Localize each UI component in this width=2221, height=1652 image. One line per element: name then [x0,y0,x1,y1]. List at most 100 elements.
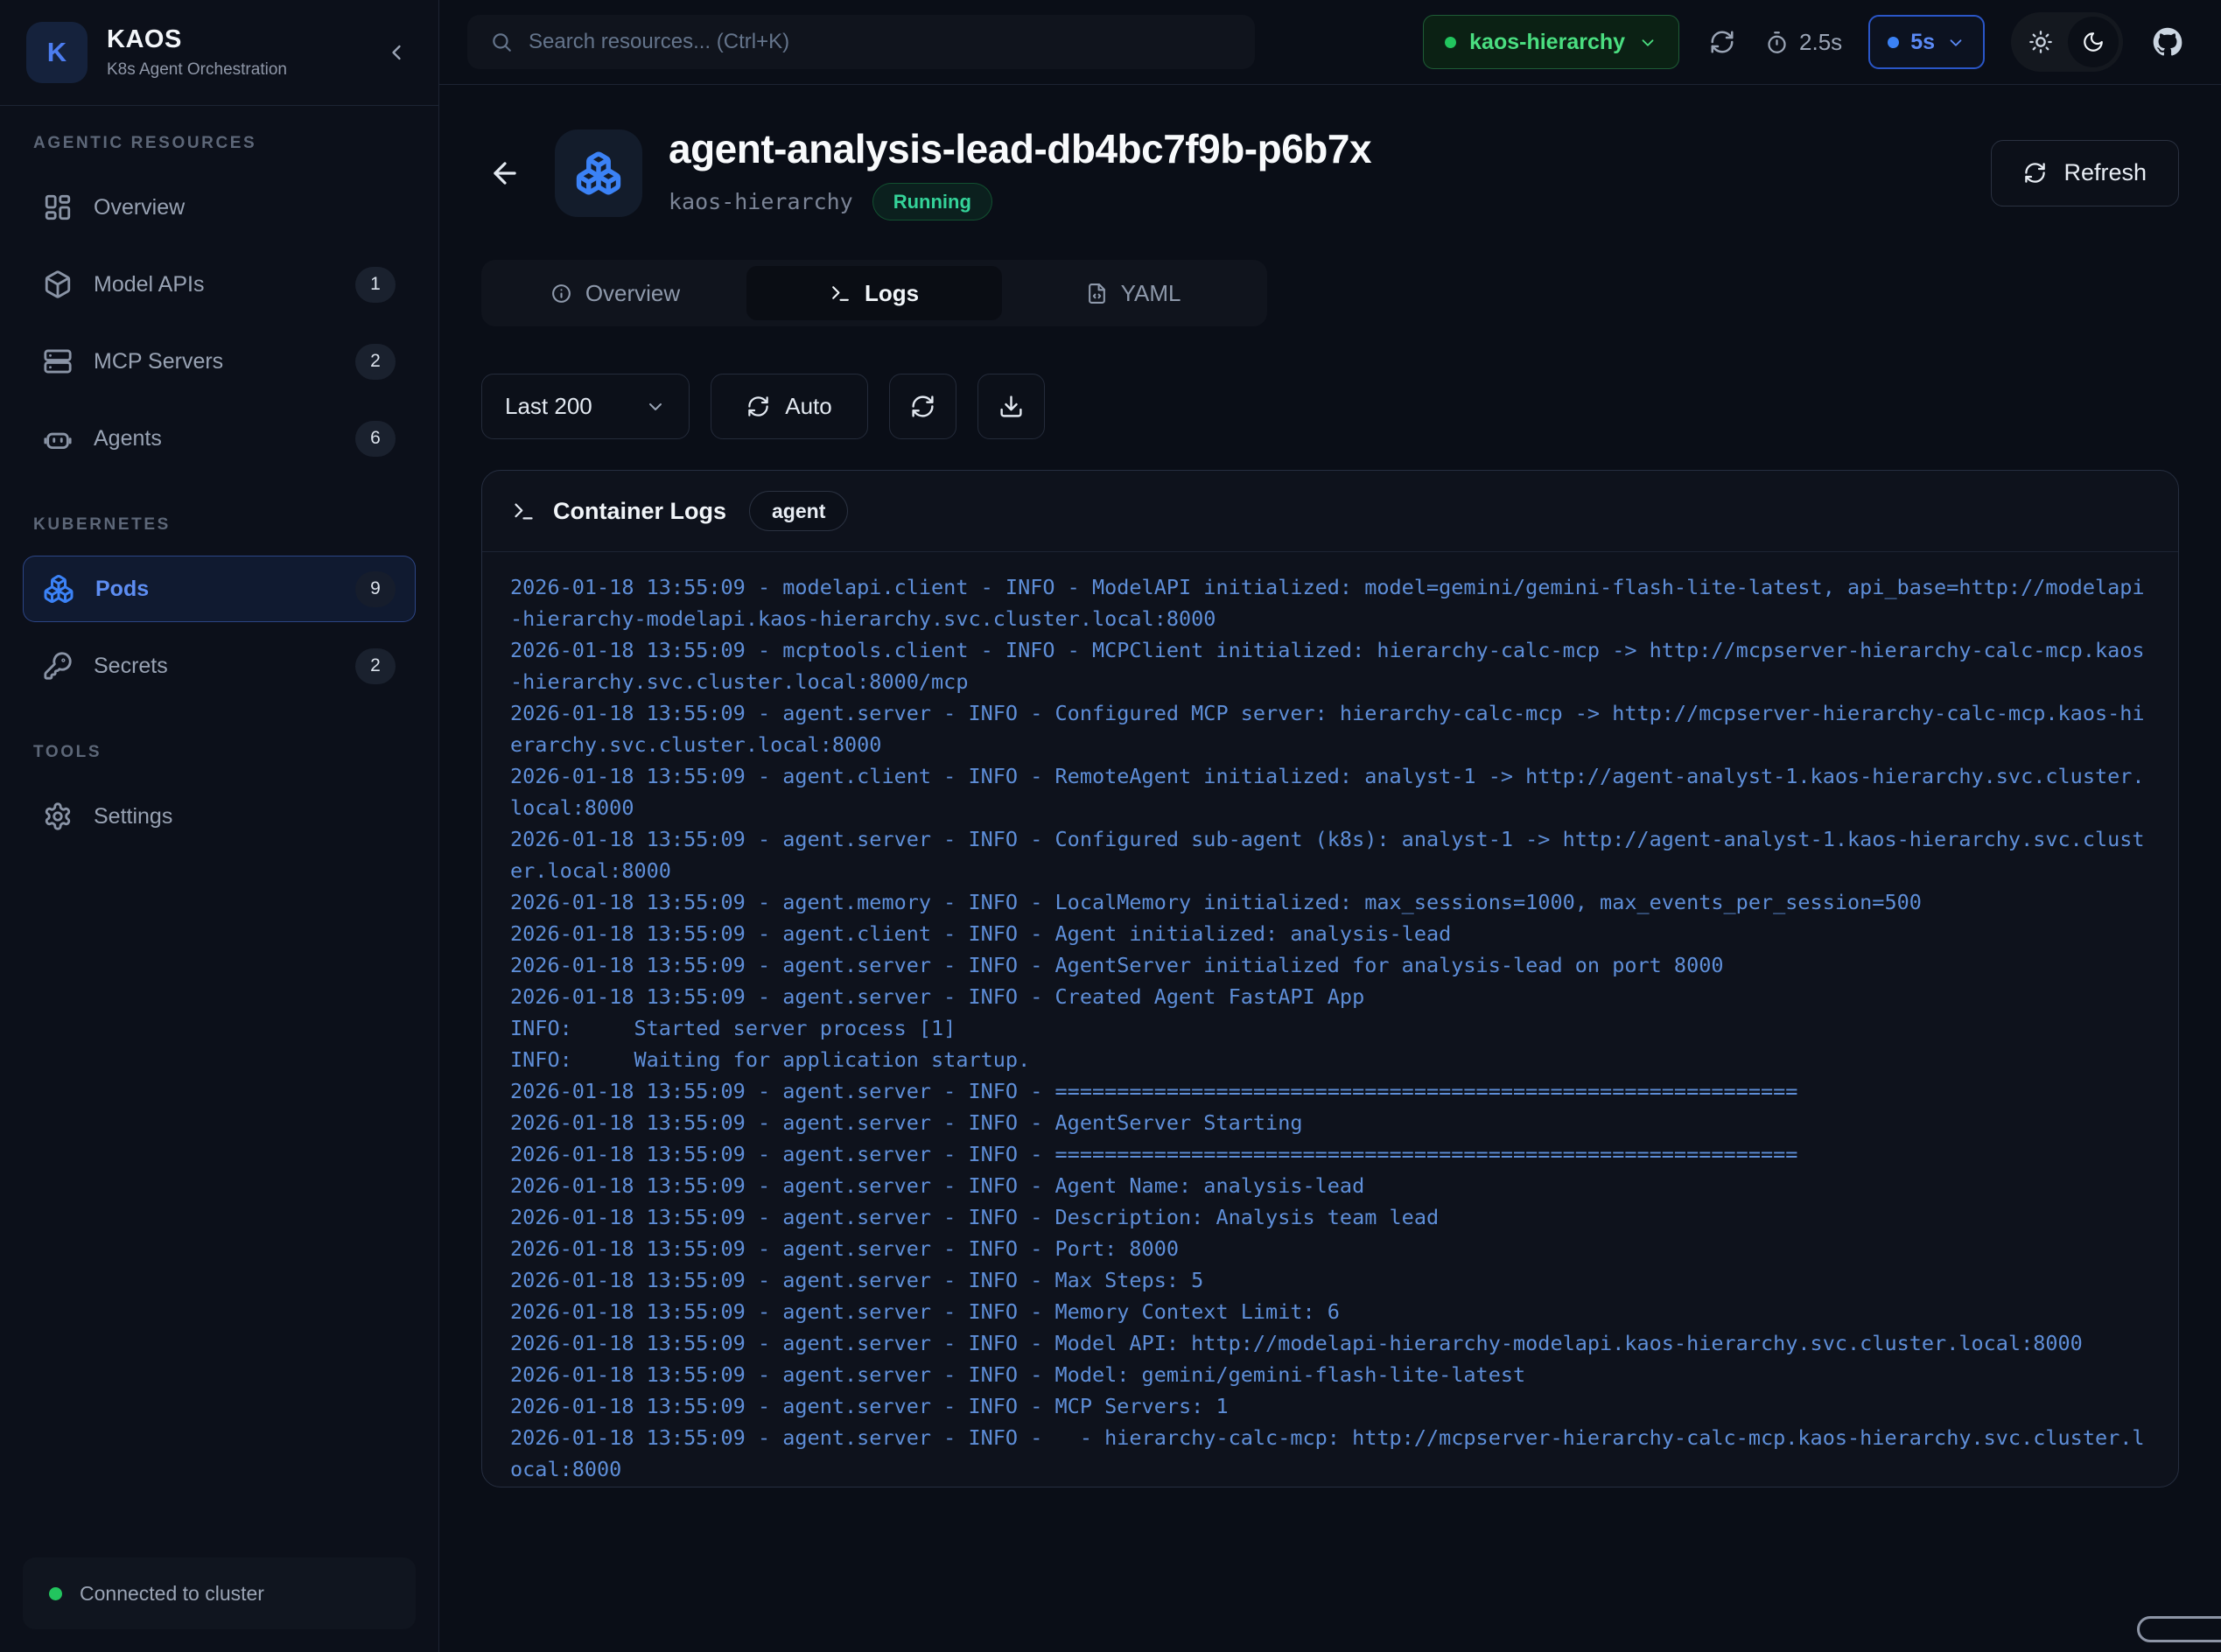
key-icon [43,651,73,681]
brand-logo: K [26,22,88,83]
main-area: Search resources... (Ctrl+K) kaos-hierar… [439,0,2221,1652]
tab-yaml[interactable]: YAML [1005,266,1261,320]
log-line: INFO: Started server process [1] [510,1012,2150,1044]
log-line: 2026-01-18 13:55:09 - agent.memory - INF… [510,886,2150,918]
log-lines-select[interactable]: Last 200 [481,374,690,439]
interval-status-dot [1888,37,1899,48]
section-label: TOOLS [33,743,405,762]
sidebar-item-secrets[interactable]: Secrets 2 [23,633,416,699]
dashboard-icon [43,192,73,222]
dark-theme-button[interactable] [2068,17,2119,67]
sidebar-item-label: Overview [94,195,396,220]
log-line: 2026-01-18 13:55:09 - agent.server - INF… [510,981,2150,1012]
log-panel-title: Container Logs [553,498,726,525]
app-subtitle: K8s Agent Orchestration [107,60,360,80]
chevron-down-icon [1638,33,1657,52]
container-logs-panel: Container Logs agent 2026-01-18 13:55:09… [481,470,2179,1488]
log-line: 2026-01-18 13:55:09 - agent.server - INF… [510,1296,2150,1327]
count-badge: 2 [355,344,396,380]
log-line: 2026-01-18 13:55:09 - agent.server - INF… [510,1264,2150,1296]
tab-label: Logs [865,280,919,307]
log-line: 2026-01-18 13:55:09 - agent.server - INF… [510,1359,2150,1390]
pods-boxes-icon [575,150,622,197]
log-line: 2026-01-18 13:55:09 - agent.server - INF… [510,1485,2150,1487]
search-input[interactable]: Search resources... (Ctrl+K) [467,15,1255,69]
brand-text: KAOS K8s Agent Orchestration [107,25,360,80]
log-panel-header: Container Logs agent [482,471,2178,552]
sidebar-item-label: Agents [94,426,334,452]
pod-subtitle-row: kaos-hierarchy Running [669,183,1371,220]
app-title: KAOS [107,25,360,54]
sidebar-item-agents[interactable]: Agents 6 [23,405,416,472]
log-line: 2026-01-18 13:55:09 - agent.server - INF… [510,823,2150,886]
tab-label: Overview [585,280,680,307]
sidebar-item-pods[interactable]: Pods 9 [23,556,416,622]
pod-header: agent-analysis-lead-db4bc7f9b-p6b7x kaos… [481,125,2179,220]
log-line: 2026-01-18 13:55:09 - agent.server - INF… [510,1390,2150,1422]
pod-icon-tile [555,130,642,217]
back-button[interactable] [481,150,529,197]
log-line: 2026-01-18 13:55:09 - agent.server - INF… [510,1327,2150,1359]
section-label: AGENTIC RESOURCES [33,134,405,153]
github-link[interactable] [2149,24,2186,60]
connection-status-text: Connected to cluster [80,1582,264,1606]
light-theme-button[interactable] [2015,17,2066,67]
sidebar-footer: Connected to cluster [0,1535,438,1652]
status-dot-green [49,1587,62,1600]
robot-icon [43,424,73,453]
gear-icon [43,802,73,831]
log-line: 2026-01-18 13:55:09 - agent.server - INF… [510,949,2150,981]
terminal-icon [512,500,536,523]
namespace-selector[interactable]: kaos-hierarchy [1423,15,1679,69]
refresh-icon [746,395,770,418]
global-refresh-button[interactable] [1706,25,1739,59]
horizontal-scrollbar-thumb[interactable] [2137,1616,2221,1642]
log-line: INFO: Waiting for application startup. [510,1044,2150,1075]
refresh-elapsed: 2.5s [1765,29,1842,56]
namespace-selector-label: kaos-hierarchy [1469,30,1625,55]
sidebar-item-mcp-servers[interactable]: MCP Servers 2 [23,328,416,395]
page-content: agent-analysis-lead-db4bc7f9b-p6b7x kaos… [439,85,2221,1652]
sidebar-collapse-button[interactable] [379,35,414,70]
log-controls: Last 200 Auto [481,374,2179,439]
log-line: 2026-01-18 13:55:09 - agent.server - INF… [510,697,2150,760]
sidebar-item-label: Model APIs [94,272,334,298]
info-icon [550,283,572,304]
server-icon [43,346,73,376]
tab-logs[interactable]: Logs [746,266,1002,320]
count-badge: 2 [355,648,396,684]
count-badge: 1 [355,267,396,303]
chevron-left-icon [384,40,409,65]
sidebar-item-label: Settings [94,804,396,830]
refresh-interval-selector[interactable]: 5s [1868,15,1985,69]
sidebar-item-label: MCP Servers [94,349,334,374]
manual-refresh-logs-button[interactable] [889,374,956,439]
tab-overview[interactable]: Overview [487,266,743,320]
pod-title-block: agent-analysis-lead-db4bc7f9b-p6b7x kaos… [669,125,1371,220]
log-line: 2026-01-18 13:55:09 - mcptools.client - … [510,634,2150,697]
sidebar-item-model-apis[interactable]: Model APIs 1 [23,251,416,318]
sidebar-item-settings[interactable]: Settings [23,783,416,850]
theme-toggle [2011,12,2123,72]
log-lines-select-value: Last 200 [505,393,592,420]
refresh-icon [2023,161,2047,185]
cluster-connection-status: Connected to cluster [23,1558,416,1629]
refresh-button[interactable]: Refresh [1991,140,2179,206]
container-name-badge: agent [749,491,848,531]
brand-header: K KAOS K8s Agent Orchestration [0,0,438,106]
refresh-icon [910,394,935,419]
github-icon [2153,27,2182,57]
sidebar-item-overview[interactable]: Overview [23,174,416,241]
pods-boxes-icon [43,573,74,605]
log-line: 2026-01-18 13:55:09 - agent.server - INF… [510,1422,2150,1485]
log-line: 2026-01-18 13:55:09 - agent.server - INF… [510,1170,2150,1201]
moon-icon [2082,31,2105,53]
auto-refresh-label: Auto [785,393,832,420]
tab-label: YAML [1121,280,1181,307]
count-badge: 6 [355,421,396,457]
auto-refresh-toggle[interactable]: Auto [711,374,868,439]
log-line: 2026-01-18 13:55:09 - agent.client - INF… [510,760,2150,823]
search-placeholder: Search resources... (Ctrl+K) [529,30,789,54]
download-logs-button[interactable] [977,374,1045,439]
refresh-interval-value: 5s [1910,30,1935,55]
